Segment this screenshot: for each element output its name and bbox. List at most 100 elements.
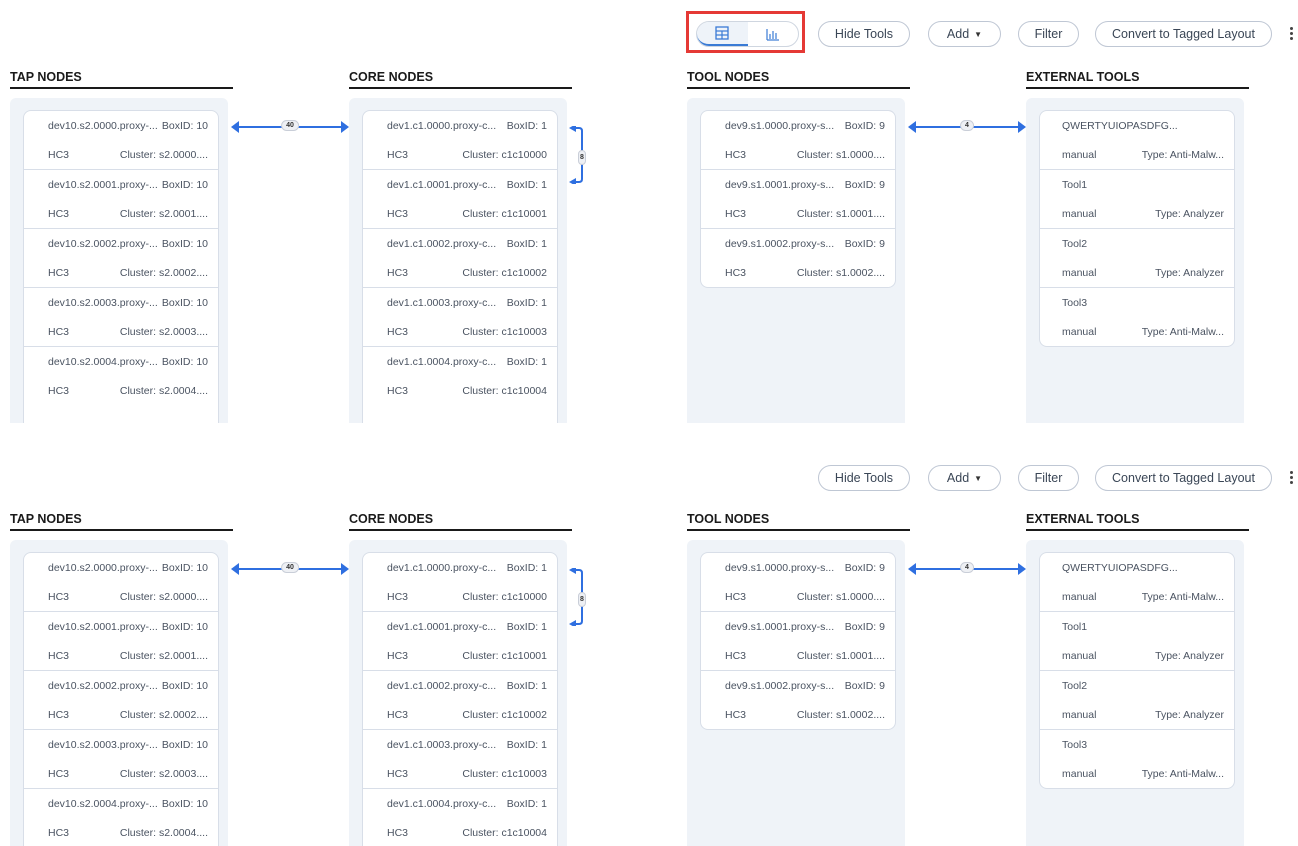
core-node-card[interactable]: dev1.c1.0004.proxy-c... BoxID: 1 HC3 Cluste… xyxy=(363,789,557,846)
tap-node-card[interactable]: dev10.s2.0000.proxy-... BoxID: 10 HC3 Clust… xyxy=(24,553,218,612)
core-loop-link[interactable]: 8 xyxy=(569,126,591,184)
tool-external-link[interactable]: 4 xyxy=(908,559,1026,579)
node-cluster: Cluster: s2.0001.... xyxy=(119,649,208,662)
tap-core-link[interactable]: 40 xyxy=(231,559,349,579)
node-boxid: BoxID: 1 xyxy=(506,679,547,692)
node-boxid: BoxID: 10 xyxy=(161,620,208,633)
node-boxid: BoxID: 9 xyxy=(844,178,885,191)
tool-node-card[interactable]: dev9.s1.0002.proxy-s... BoxID: 9 HC3 Cluste… xyxy=(701,671,895,729)
core-node-card[interactable]: dev1.c1.0002.proxy-c... BoxID: 1 HC3 Cluste… xyxy=(363,671,557,730)
external-tool-card[interactable]: Tool3 manual Type: Anti-Malw... xyxy=(1040,730,1234,788)
external-tool-card[interactable]: Tool1 manual Type: Analyzer xyxy=(1040,612,1234,671)
arrow-left-icon xyxy=(231,563,239,575)
link-count-badge: 8 xyxy=(578,592,586,607)
tool-name: Tool1 xyxy=(1062,178,1088,191)
node-name: dev1.c1.0004.proxy-c... xyxy=(387,797,497,810)
core-node-card[interactable]: dev1.c1.0001.proxy-c... BoxID: 1 HC3 Cluste… xyxy=(363,612,557,671)
node-type: HC3 xyxy=(48,708,70,721)
node-type: HC3 xyxy=(48,767,70,780)
more-menu-icon[interactable] xyxy=(1289,27,1295,43)
arrow-left-icon xyxy=(908,563,916,575)
node-boxid: BoxID: 10 xyxy=(161,119,208,132)
node-cluster: Cluster: s2.0003.... xyxy=(119,767,208,780)
tap-node-card[interactable]: dev10.s2.0001.proxy-... BoxID: 10 HC3 Clust… xyxy=(24,612,218,671)
core-node-list: dev1.c1.0000.proxy-c... BoxID: 1 HC3 Cluste… xyxy=(362,552,558,846)
topology-panel-top: Hide Tools Add ▼ Filter Convert to Tagged… xyxy=(0,0,1298,423)
node-cluster: Cluster: s1.0000.... xyxy=(796,148,885,161)
node-cluster: Cluster: s1.0001.... xyxy=(796,207,885,220)
tap-node-card[interactable]: dev10.s2.0003.proxy-... BoxID: 10 HC3 Clust… xyxy=(24,730,218,789)
tool-type: Type: Anti-Malw... xyxy=(1141,590,1224,603)
core-node-card[interactable]: dev1.c1.0002.proxy-c... BoxID: 1 HC3 Cluste… xyxy=(363,229,557,288)
node-type: HC3 xyxy=(725,590,747,603)
tap-node-card[interactable]: dev10.s2.0004.proxy-... BoxID: 10 HC3 Clust… xyxy=(24,789,218,846)
tool-node-card[interactable]: dev9.s1.0000.proxy-s... BoxID: 9 HC3 Cluste… xyxy=(701,111,895,170)
core-node-card[interactable]: dev1.c1.0003.proxy-c... BoxID: 1 HC3 Cluste… xyxy=(363,730,557,789)
more-menu-icon[interactable] xyxy=(1289,471,1295,487)
tap-core-link[interactable]: 40 xyxy=(231,117,349,137)
node-type: HC3 xyxy=(725,649,747,662)
node-boxid: BoxID: 10 xyxy=(161,296,208,309)
hide-tools-button[interactable]: Hide Tools xyxy=(818,21,910,47)
node-type: HC3 xyxy=(48,590,70,603)
external-tool-card[interactable]: Tool1 manual Type: Analyzer xyxy=(1040,170,1234,229)
external-tool-card[interactable]: Tool2 manual Type: Analyzer xyxy=(1040,229,1234,288)
tap-nodes-header: TAP NODES xyxy=(10,512,233,531)
core-loop-link[interactable]: 8 xyxy=(569,568,591,626)
external-tool-list: QWERTYUIOPASDFG... manual Type: Anti-Malw.… xyxy=(1039,552,1235,789)
node-boxid: BoxID: 9 xyxy=(844,561,885,574)
tool-nodes-header: TOOL NODES xyxy=(687,512,910,531)
tool-node-card[interactable]: dev9.s1.0001.proxy-s... BoxID: 9 HC3 Cluste… xyxy=(701,170,895,229)
node-cluster: Cluster: c1c10000 xyxy=(462,590,547,603)
core-node-card[interactable]: dev1.c1.0000.proxy-c... BoxID: 1 HC3 Cluste… xyxy=(363,553,557,612)
tool-node-card[interactable]: dev9.s1.0000.proxy-s... BoxID: 9 HC3 Cluste… xyxy=(701,553,895,612)
core-node-card[interactable]: dev1.c1.0003.proxy-c... BoxID: 1 HC3 Cluste… xyxy=(363,288,557,347)
add-button[interactable]: Add ▼ xyxy=(928,465,1001,491)
tap-node-card[interactable]: dev10.s2.0002.proxy-... BoxID: 10 HC3 Clust… xyxy=(24,229,218,288)
node-name: dev10.s2.0004.proxy-... xyxy=(48,797,158,810)
external-tool-card[interactable]: Tool3 manual Type: Anti-Malw... xyxy=(1040,288,1234,346)
core-node-card[interactable]: dev1.c1.0001.proxy-c... BoxID: 1 HC3 Cluste… xyxy=(363,170,557,229)
node-boxid: BoxID: 1 xyxy=(506,296,547,309)
node-name: dev10.s2.0002.proxy-... xyxy=(48,679,158,692)
add-button[interactable]: Add ▼ xyxy=(928,21,1001,47)
filter-button[interactable]: Filter xyxy=(1018,21,1079,47)
tool-node-card[interactable]: dev9.s1.0001.proxy-s... BoxID: 9 HC3 Cluste… xyxy=(701,612,895,671)
hide-tools-button[interactable]: Hide Tools xyxy=(818,465,910,491)
filter-label: Filter xyxy=(1034,471,1063,485)
node-boxid: BoxID: 10 xyxy=(161,237,208,250)
node-cluster: Cluster: s2.0001.... xyxy=(119,207,208,220)
tap-node-card[interactable]: dev10.s2.0000.proxy-... BoxID: 10 HC3 Clust… xyxy=(24,111,218,170)
filter-button[interactable]: Filter xyxy=(1018,465,1079,491)
add-label: Add xyxy=(946,471,970,485)
node-cluster: Cluster: s2.0000.... xyxy=(119,148,208,161)
node-name: dev1.c1.0001.proxy-c... xyxy=(387,178,497,191)
external-tool-card[interactable]: QWERTYUIOPASDFG... manual Type: Anti-Malw.… xyxy=(1040,553,1234,612)
convert-layout-button[interactable]: Convert to Tagged Layout xyxy=(1095,465,1272,491)
tap-node-card[interactable]: dev10.s2.0002.proxy-... BoxID: 10 HC3 Clust… xyxy=(24,671,218,730)
external-tool-card[interactable]: Tool2 manual Type: Analyzer xyxy=(1040,671,1234,730)
external-tool-card[interactable]: QWERTYUIOPASDFG... manual Type: Anti-Malw.… xyxy=(1040,111,1234,170)
core-node-card[interactable]: dev1.c1.0004.proxy-c... BoxID: 1 HC3 Cluste… xyxy=(363,347,557,405)
tool-external-link[interactable]: 4 xyxy=(908,117,1026,137)
filter-label: Filter xyxy=(1034,27,1063,41)
tap-node-card[interactable]: dev10.s2.0003.proxy-... BoxID: 10 HC3 Clust… xyxy=(24,288,218,347)
tap-node-card[interactable]: dev10.s2.0004.proxy-... BoxID: 10 HC3 Clust… xyxy=(24,347,218,405)
node-type: HC3 xyxy=(387,708,409,721)
node-type: HC3 xyxy=(725,708,747,721)
add-label: Add xyxy=(946,27,970,41)
node-cluster: Cluster: s1.0001.... xyxy=(796,649,885,662)
node-boxid: BoxID: 9 xyxy=(844,237,885,250)
tool-node-card[interactable]: dev9.s1.0002.proxy-s... BoxID: 9 HC3 Cluste… xyxy=(701,229,895,287)
node-boxid: BoxID: 1 xyxy=(506,797,547,810)
node-boxid: BoxID: 1 xyxy=(506,561,547,574)
node-cluster: Cluster: c1c10003 xyxy=(462,767,547,780)
node-type: HC3 xyxy=(387,266,409,279)
node-boxid: BoxID: 10 xyxy=(161,355,208,368)
convert-layout-button[interactable]: Convert to Tagged Layout xyxy=(1095,21,1272,47)
node-name: dev1.c1.0000.proxy-c... xyxy=(387,561,497,574)
node-boxid: BoxID: 1 xyxy=(506,178,547,191)
core-node-card[interactable]: dev1.c1.0000.proxy-c... BoxID: 1 HC3 Cluste… xyxy=(363,111,557,170)
tap-node-card[interactable]: dev10.s2.0001.proxy-... BoxID: 10 HC3 Clust… xyxy=(24,170,218,229)
node-name: dev10.s2.0004.proxy-... xyxy=(48,355,158,368)
